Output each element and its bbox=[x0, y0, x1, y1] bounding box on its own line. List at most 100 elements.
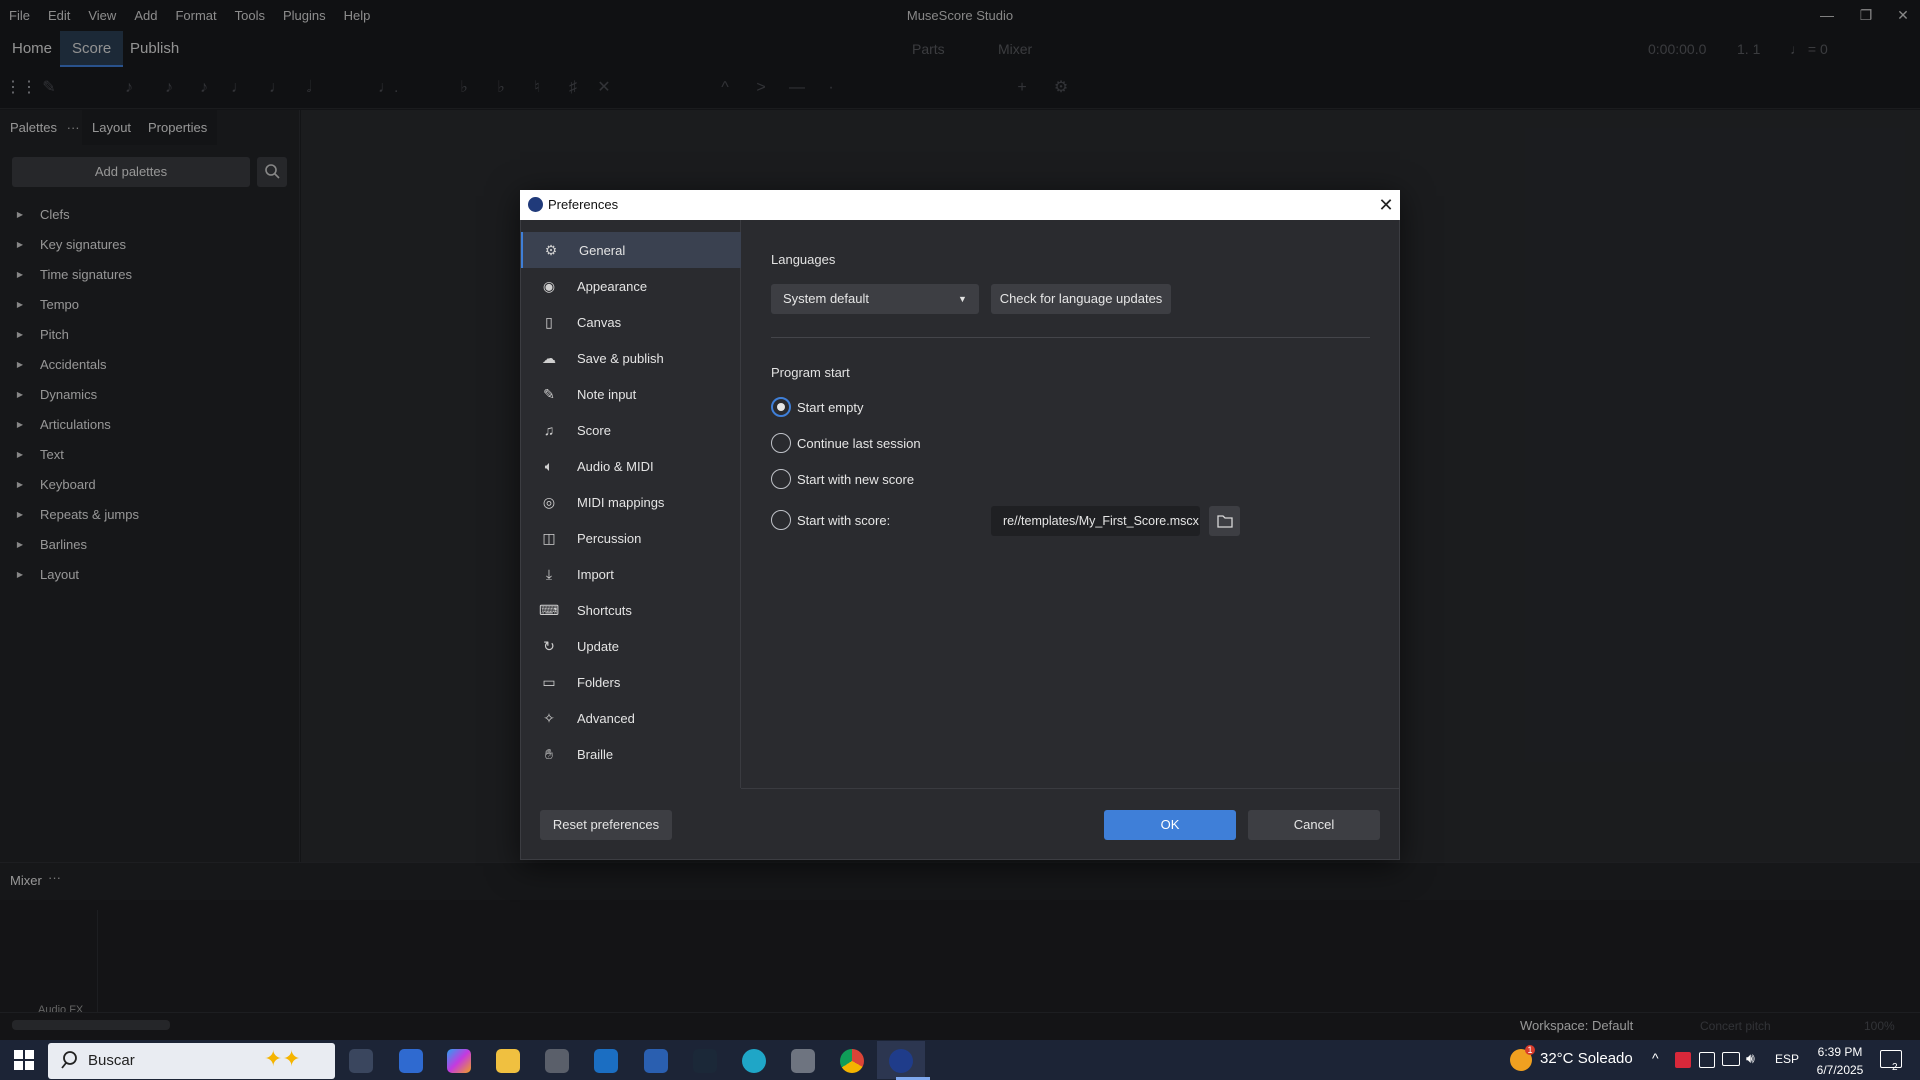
musescore-icon bbox=[889, 1049, 913, 1073]
preferences-section-folders[interactable]: ▭ Folders bbox=[521, 664, 741, 700]
preferences-section-braille[interactable]: ✋︎ Braille bbox=[521, 736, 741, 772]
windows-logo-icon bbox=[14, 1050, 34, 1070]
musescore-logo-icon bbox=[528, 197, 543, 212]
midi-icon: ◎ bbox=[542, 493, 556, 510]
language-select[interactable]: System default bbox=[771, 284, 979, 314]
radio-start-with-new-score[interactable] bbox=[771, 469, 791, 489]
cloud-icon: ☁ bbox=[542, 349, 556, 366]
section-label: Percussion bbox=[577, 530, 642, 546]
section-label: Note input bbox=[577, 386, 637, 402]
weather-temp[interactable]: 32°C Soleado bbox=[1540, 1050, 1633, 1067]
program-start-label: Program start bbox=[771, 365, 850, 380]
clock-time: 6:39 PM bbox=[1817, 1045, 1863, 1059]
cancel-button[interactable]: Cancel bbox=[1248, 810, 1380, 840]
section-label: General bbox=[579, 242, 626, 258]
preferences-section-import[interactable]: ⤓ Import bbox=[521, 556, 741, 592]
divider bbox=[771, 337, 1370, 338]
preferences-section-score[interactable]: ♫ Score bbox=[521, 412, 741, 448]
reset-preferences-button[interactable]: Reset preferences bbox=[540, 810, 672, 840]
weather-condition: Soleado bbox=[1577, 1050, 1633, 1067]
tray-app-icon[interactable] bbox=[1699, 1052, 1715, 1068]
preferences-section-update[interactable]: ↻ Update bbox=[521, 628, 741, 664]
preferences-section-advanced[interactable]: ✧ Advanced bbox=[521, 700, 741, 736]
preferences-section-percussion[interactable]: ◫ Percussion bbox=[521, 520, 741, 556]
wrench-icon: ✧ bbox=[543, 709, 555, 726]
input-language[interactable]: ESP bbox=[1775, 1052, 1799, 1066]
file-explorer-icon[interactable] bbox=[496, 1049, 520, 1073]
hand-icon: ✋︎ bbox=[545, 745, 553, 762]
copilot-icon[interactable] bbox=[447, 1049, 471, 1073]
section-label: Braille bbox=[577, 746, 614, 762]
app-icon[interactable] bbox=[644, 1049, 668, 1073]
search-highlight-icon: ✦✦ bbox=[264, 1046, 301, 1071]
store-icon[interactable] bbox=[399, 1049, 423, 1073]
preferences-section-shortcuts[interactable]: ⌨ Shortcuts bbox=[521, 592, 741, 628]
radio-start-with-score[interactable] bbox=[771, 510, 791, 530]
steam-icon[interactable] bbox=[693, 1049, 717, 1073]
edge-icon[interactable] bbox=[742, 1049, 766, 1073]
folder-icon: ▭ bbox=[542, 673, 556, 690]
gear-icon: ⚙ bbox=[544, 241, 558, 258]
section-label: Audio & MIDI bbox=[577, 458, 654, 474]
notification-center-icon[interactable] bbox=[1880, 1050, 1902, 1068]
page-icon: ▯ bbox=[545, 313, 553, 330]
task-view-icon[interactable] bbox=[349, 1049, 373, 1073]
close-dialog-icon[interactable]: ✕ bbox=[1372, 190, 1400, 220]
speaker-icon: 🔈︎ bbox=[544, 457, 554, 474]
preferences-section-appearance[interactable]: ◉ Appearance bbox=[521, 268, 741, 304]
app-icon[interactable] bbox=[791, 1049, 815, 1073]
folder-icon bbox=[1217, 515, 1233, 528]
languages-label: Languages bbox=[771, 252, 836, 267]
preferences-section-midi-mappings[interactable]: ◎ MIDI mappings bbox=[521, 484, 741, 520]
preferences-section-canvas[interactable]: ▯ Canvas bbox=[521, 304, 741, 340]
browse-folder-button[interactable] bbox=[1209, 506, 1240, 536]
start-empty-label[interactable]: Start empty bbox=[797, 400, 863, 415]
dialog-title: Preferences bbox=[548, 197, 619, 212]
volume-icon[interactable]: 🔊︎ bbox=[1746, 1050, 1755, 1067]
keyboard-icon: ⌨ bbox=[539, 601, 560, 618]
chevron-up-icon[interactable]: ^ bbox=[1652, 1050, 1659, 1066]
windows-start-icon[interactable] bbox=[14, 1050, 34, 1070]
check-language-updates-button[interactable]: Check for language updates bbox=[991, 284, 1171, 314]
dialog-title-bar bbox=[520, 190, 1400, 220]
radio-start-empty[interactable] bbox=[771, 397, 791, 417]
search-icon bbox=[60, 1049, 80, 1071]
drum-icon: ◫ bbox=[542, 529, 556, 546]
section-label: Canvas bbox=[577, 314, 622, 330]
eye-icon: ◉ bbox=[542, 277, 556, 294]
weather-badge: 1 bbox=[1525, 1045, 1535, 1055]
section-label: Shortcuts bbox=[577, 602, 632, 618]
section-label: Save & publish bbox=[577, 350, 664, 366]
ok-button[interactable]: OK bbox=[1104, 810, 1236, 840]
section-label: Folders bbox=[577, 674, 621, 690]
start-with-score-label[interactable]: Start with score: bbox=[797, 513, 890, 528]
clock[interactable]: 6:39 PM 6/7/2025 bbox=[1800, 1040, 1880, 1080]
footer-divider bbox=[741, 788, 1399, 789]
refresh-icon: ↻ bbox=[543, 637, 555, 654]
preferences-section-note-input[interactable]: ✎ Note input bbox=[521, 376, 741, 412]
chrome-icon[interactable] bbox=[840, 1049, 864, 1073]
section-label: Appearance bbox=[577, 278, 648, 294]
start-with-new-score-label[interactable]: Start with new score bbox=[797, 472, 914, 487]
notification-count: 2 bbox=[1892, 1062, 1898, 1073]
section-label: MIDI mappings bbox=[577, 494, 665, 510]
preferences-section-save-publish[interactable]: ☁ Save & publish bbox=[521, 340, 741, 376]
import-icon: ⤓ bbox=[545, 565, 553, 582]
continue-last-session-label[interactable]: Continue last session bbox=[797, 436, 921, 451]
section-label: Update bbox=[577, 638, 619, 654]
tray-app-icon[interactable] bbox=[1675, 1052, 1691, 1068]
section-label: Advanced bbox=[577, 710, 635, 726]
score-path-input[interactable]: re//templates/My_First_Score.mscx bbox=[991, 506, 1200, 536]
network-icon[interactable] bbox=[1722, 1052, 1740, 1066]
pencil-icon: ✎ bbox=[543, 385, 555, 402]
section-label: Import bbox=[577, 566, 614, 582]
settings-icon[interactable] bbox=[545, 1049, 569, 1073]
section-label: Score bbox=[577, 422, 611, 438]
outlook-icon[interactable] bbox=[594, 1049, 618, 1073]
preferences-section-audio-midi[interactable]: 🔈︎ Audio & MIDI bbox=[521, 448, 741, 484]
dropdown-caret-icon: ▼ bbox=[958, 294, 967, 304]
clock-date: 6/7/2025 bbox=[1816, 1063, 1864, 1077]
radio-continue-last-session[interactable] bbox=[771, 433, 791, 453]
weather-temperature: 32°C bbox=[1540, 1050, 1574, 1067]
preferences-section-general[interactable]: ⚙ General bbox=[521, 232, 741, 268]
